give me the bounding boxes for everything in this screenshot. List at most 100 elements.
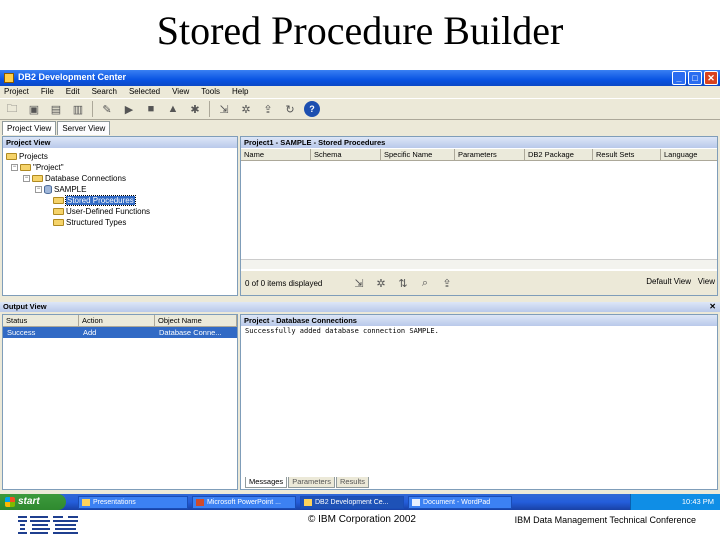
sort-icon[interactable]: ⇅ (395, 275, 411, 291)
filter-icon[interactable]: ⇲ (216, 101, 232, 117)
row-action: Add (83, 328, 97, 337)
folder-open-icon (53, 197, 64, 204)
new-project-icon[interactable]: 🗀 (4, 101, 20, 117)
taskbar-item-wordpad[interactable]: Document - WordPad (408, 495, 512, 509)
build-icon[interactable]: ▲ (165, 101, 181, 117)
folder-open-icon (6, 153, 17, 160)
menu-help[interactable]: Help (232, 86, 248, 98)
tools-icon[interactable]: ✱ (187, 101, 203, 117)
toolbar-separator (209, 101, 210, 117)
app-window: DB2 Development Center _ □ ✕ Project Fil… (0, 70, 720, 494)
db2-icon (304, 498, 312, 506)
close-button[interactable]: ✕ (704, 71, 718, 85)
folder-icon (82, 498, 90, 506)
tree-node-stored-procedures[interactable]: Stored Procedures (53, 195, 136, 206)
tree-node-sample[interactable]: − SAMPLE (35, 184, 86, 195)
debug-icon[interactable]: ✲ (238, 101, 254, 117)
run-icon[interactable]: ▶ (121, 101, 137, 117)
folder-open-icon (32, 175, 43, 182)
system-tray: 10:43 PM (630, 494, 720, 510)
column-status[interactable]: Status (3, 315, 79, 327)
tab-messages[interactable]: Messages (245, 477, 288, 488)
message-tabs: Messages Parameters Results (245, 477, 369, 488)
default-view-select[interactable]: Default View (646, 277, 691, 286)
tree-node-projects[interactable]: Projects (6, 151, 48, 162)
properties-icon[interactable]: ▤ (48, 101, 64, 117)
tab-project-view[interactable]: Project View (2, 121, 57, 135)
deploy-icon[interactable]: ⇪ (260, 101, 276, 117)
help-icon[interactable]: ? (304, 101, 320, 117)
column-parameters[interactable]: Parameters (455, 149, 525, 161)
start-button[interactable]: start (0, 494, 66, 510)
tree-node-project[interactable]: − "Project" (11, 162, 64, 173)
output-close-icon[interactable]: ✕ (709, 302, 716, 312)
project-view-header: Project View (3, 137, 237, 148)
menu-search[interactable]: Search (92, 86, 117, 98)
powerpoint-icon (196, 498, 204, 506)
menu-edit[interactable]: Edit (66, 86, 80, 98)
collapse-icon[interactable]: − (11, 164, 18, 171)
column-schema[interactable]: Schema (311, 149, 381, 161)
tab-parameters[interactable]: Parameters (288, 477, 335, 488)
clock[interactable]: 10:43 PM (682, 497, 714, 506)
message-pane: Project - Database Connections Successfu… (240, 314, 718, 490)
column-object-name[interactable]: Object Name (155, 315, 237, 327)
menu-project[interactable]: Project (4, 86, 29, 98)
column-action[interactable]: Action (79, 315, 155, 327)
ibm-logo (18, 516, 78, 534)
edit-icon[interactable]: ✎ (99, 101, 115, 117)
row-object: Database Conne... (159, 328, 222, 337)
taskbar-item-db2-dev-center[interactable]: DB2 Development Ce... (300, 495, 404, 509)
window-titlebar[interactable]: DB2 Development Center _ □ ✕ (0, 70, 720, 86)
tab-server-view[interactable]: Server View (57, 121, 111, 135)
column-db2-package[interactable]: DB2 Package (525, 149, 593, 161)
taskbar-item-powerpoint[interactable]: Microsoft PowerPoint ... (192, 495, 296, 509)
contents-header: Project1 - SAMPLE - Stored Procedures (241, 137, 717, 148)
move-icon[interactable]: ⇪ (439, 275, 455, 291)
copyright-text: © IBM Corporation 2002 (308, 514, 416, 525)
project-view-panel: Project View Projects − "Project" − Data… (2, 136, 238, 296)
stop-icon[interactable]: ■ (143, 101, 159, 117)
collapse-icon[interactable]: − (35, 186, 42, 193)
column-name[interactable]: Name (241, 149, 311, 161)
collapse-icon[interactable]: − (23, 175, 30, 182)
gear-icon[interactable]: ✲ (373, 275, 389, 291)
view-button[interactable]: View (698, 277, 715, 286)
table-row[interactable]: Success Add Database Conne... (3, 327, 237, 338)
column-result-sets[interactable]: Result Sets (593, 149, 661, 161)
database-icon (44, 185, 52, 194)
maximize-button[interactable]: □ (688, 71, 702, 85)
output-column-headers: Status Action Object Name (3, 315, 237, 327)
folder-icon (53, 208, 64, 215)
app-icon (4, 73, 14, 83)
horizontal-scrollbar[interactable] (241, 259, 717, 269)
folder-open-icon (20, 164, 31, 171)
output-view-header: Output View ✕ (0, 302, 720, 312)
tab-results[interactable]: Results (335, 477, 369, 488)
tree-node-udfs[interactable]: User-Defined Functions (53, 206, 150, 217)
tree-node-structured-types[interactable]: Structured Types (53, 217, 126, 228)
find-icon[interactable]: ⌕ (417, 275, 433, 291)
column-specific-name[interactable]: Specific Name (381, 149, 455, 161)
slide-title: Stored Procedure Builder (156, 8, 564, 53)
server-icon[interactable]: ▥ (70, 101, 86, 117)
toolbar-separator (92, 101, 93, 117)
filter-icon[interactable]: ⇲ (351, 275, 367, 291)
menu-bar: Project File Edit Search Selected View T… (0, 86, 720, 98)
contents-status-row: 0 of 0 items displayed ⇲ ✲ ⇅ ⌕ ⇪ Default… (241, 271, 717, 295)
tree-node-db-connections[interactable]: − Database Connections (23, 173, 126, 184)
taskbar-item-presentations[interactable]: Presentations (78, 495, 188, 509)
menu-file[interactable]: File (41, 86, 54, 98)
refresh-icon[interactable]: ↻ (282, 101, 298, 117)
menu-view[interactable]: View (172, 86, 189, 98)
wordpad-icon (412, 498, 420, 506)
column-headers: Name Schema Specific Name Parameters DB2… (241, 149, 717, 161)
column-language[interactable]: Language (661, 149, 717, 161)
contents-panel: Project1 - SAMPLE - Stored Procedures Na… (240, 136, 718, 296)
open-icon[interactable]: ▣ (26, 101, 42, 117)
taskbar: start Presentations Microsoft PowerPoint… (0, 494, 720, 510)
menu-selected[interactable]: Selected (129, 86, 160, 98)
menu-tools[interactable]: Tools (201, 86, 220, 98)
slide-footer: © IBM Corporation 2002 IBM Data Manageme… (0, 510, 720, 540)
minimize-button[interactable]: _ (672, 71, 686, 85)
